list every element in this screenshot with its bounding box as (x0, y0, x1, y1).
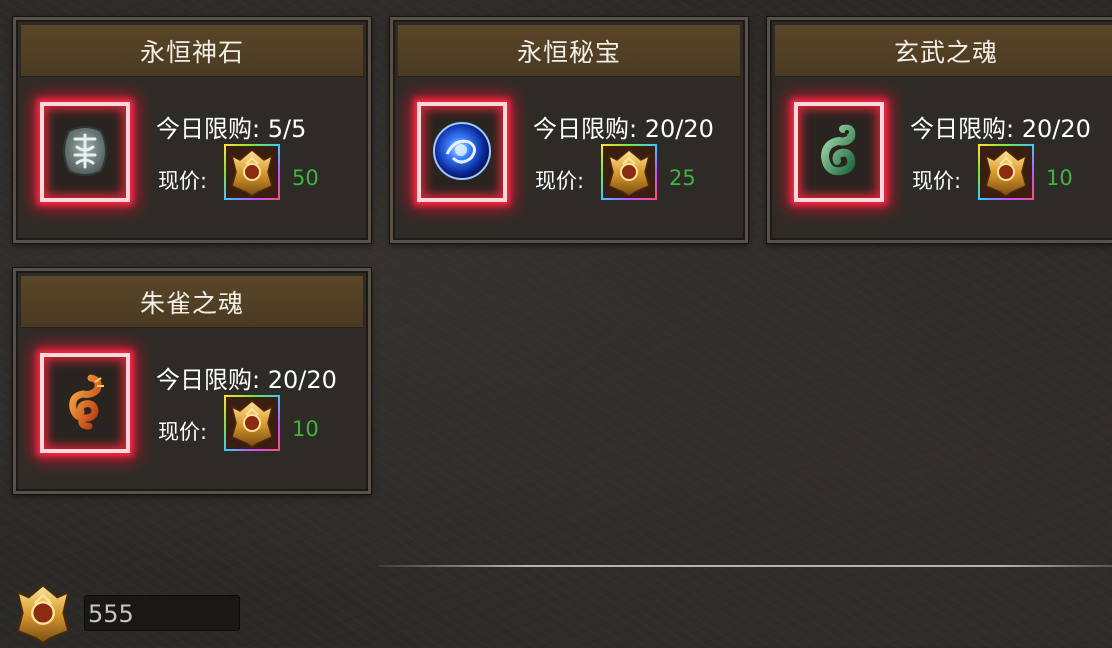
golden-emblem-icon (12, 582, 74, 644)
shop-item-card[interactable]: 玄武之魂 今日限购: 20/20 现价: 10 (767, 17, 1112, 243)
item-slot[interactable] (794, 102, 884, 202)
golden-emblem-icon (224, 395, 280, 451)
blue-orb-icon (431, 120, 493, 182)
daily-limit: 今日限购: 20/20 (910, 115, 1091, 143)
shop-item-card[interactable]: 朱雀之魂 今日限购: 20/20 现价: 10 (13, 268, 371, 494)
price-value: 10 (1046, 166, 1073, 190)
shop-item-card[interactable]: 永恒秘宝 今日限购: 20/20 现价: 25 (390, 17, 748, 243)
item-title: 永恒神石 (21, 25, 363, 77)
price-value: 50 (292, 166, 319, 190)
golden-emblem-icon (224, 144, 280, 200)
item-title: 朱雀之魂 (21, 276, 363, 328)
price-value: 10 (292, 417, 319, 441)
divider (378, 565, 1112, 567)
daily-limit: 今日限购: 20/20 (533, 115, 714, 143)
daily-limit: 今日限购: 5/5 (156, 115, 307, 143)
daily-limit: 今日限购: 20/20 (156, 366, 337, 394)
item-slot[interactable] (40, 102, 130, 202)
golden-emblem-icon (601, 144, 657, 200)
currency-balance: 555 (84, 595, 240, 631)
shop-item-card[interactable]: 永恒神石 今日限购: 5/5 现价: 50 (13, 17, 371, 243)
price-label: 现价: (912, 169, 962, 193)
item-title: 玄武之魂 (775, 25, 1112, 77)
price-label: 现价: (535, 169, 585, 193)
item-slot[interactable] (417, 102, 507, 202)
fire-dragon-icon (54, 371, 116, 433)
golden-emblem-icon (978, 144, 1034, 200)
jade-serpent-icon (808, 120, 870, 182)
item-title: 永恒秘宝 (398, 25, 740, 77)
item-slot[interactable] (40, 353, 130, 453)
price-value: 25 (669, 166, 696, 190)
price-label: 现价: (158, 420, 208, 444)
stone-rune-icon (54, 120, 116, 182)
price-label: 现价: (158, 169, 208, 193)
